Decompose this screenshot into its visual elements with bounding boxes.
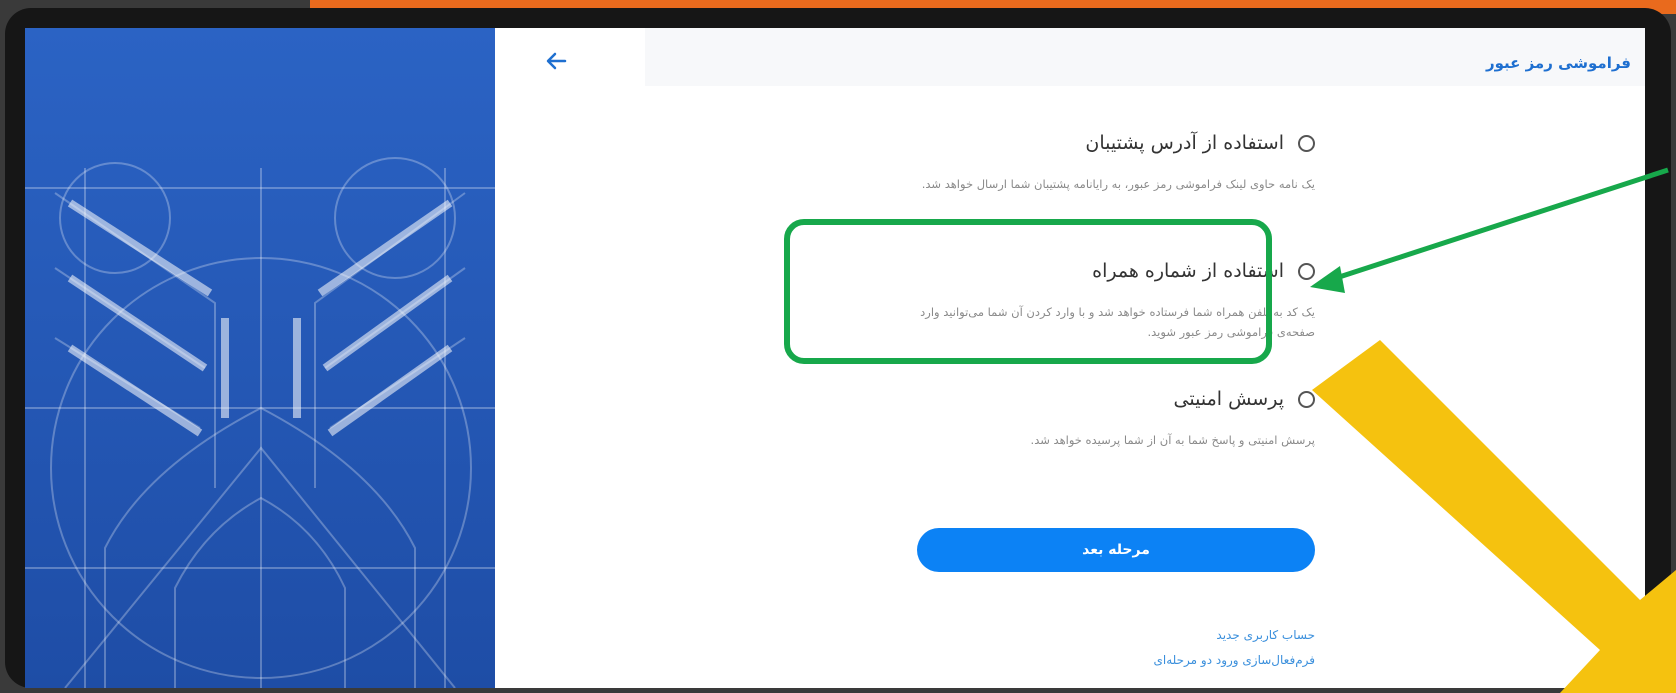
radio-security-question[interactable] <box>1298 390 1315 408</box>
tablet-frame: فراموشی رمز عبور استفاده از آدرس پشتیبان… <box>5 8 1671 688</box>
screen: فراموشی رمز عبور استفاده از آدرس پشتیبان… <box>25 28 1645 688</box>
option-description: یک نامه حاوی لینک فراموشی رمز عبور، به ر… <box>921 177 1315 191</box>
next-step-button[interactable]: مرحله بعد <box>917 528 1315 572</box>
option-description: یک کد به تلفن همراه شما فرستاده خواهد شد… <box>920 305 1315 339</box>
option-label: استفاده از آدرس پشتیبان <box>1085 132 1284 154</box>
blueprint-logo-icon <box>25 157 495 688</box>
option-description: پرسش امنیتی و پاسخ شما به آن از شما پرسی… <box>1030 433 1315 447</box>
option-mobile-number: استفاده از شماره همراه یک کد به تلفن همر… <box>895 260 1315 342</box>
radio-mobile-number[interactable] <box>1298 262 1315 280</box>
option-label: استفاده از شماره همراه <box>1092 260 1284 282</box>
university-logo-panel <box>25 28 495 688</box>
radio-backup-email[interactable] <box>1298 134 1315 152</box>
page-title: فراموشی رمز عبور <box>1485 54 1631 72</box>
option-label: پرسش امنیتی <box>1173 388 1284 410</box>
option-security-question: پرسش امنیتی پرسش امنیتی و پاسخ شما به آن… <box>895 388 1315 450</box>
page-header: فراموشی رمز عبور <box>645 28 1645 86</box>
option-backup-email: استفاده از آدرس پشتیبان یک نامه حاوی لین… <box>895 132 1315 194</box>
two-step-login-link[interactable]: فرم‌فعال‌سازی ورود دو مرحله‌ای <box>1154 653 1316 667</box>
forgot-password-panel: فراموشی رمز عبور استفاده از آدرس پشتیبان… <box>495 28 1645 688</box>
new-account-link[interactable]: حساب کاربری جدید <box>1216 628 1315 642</box>
arrow-left-icon[interactable] <box>543 50 569 72</box>
